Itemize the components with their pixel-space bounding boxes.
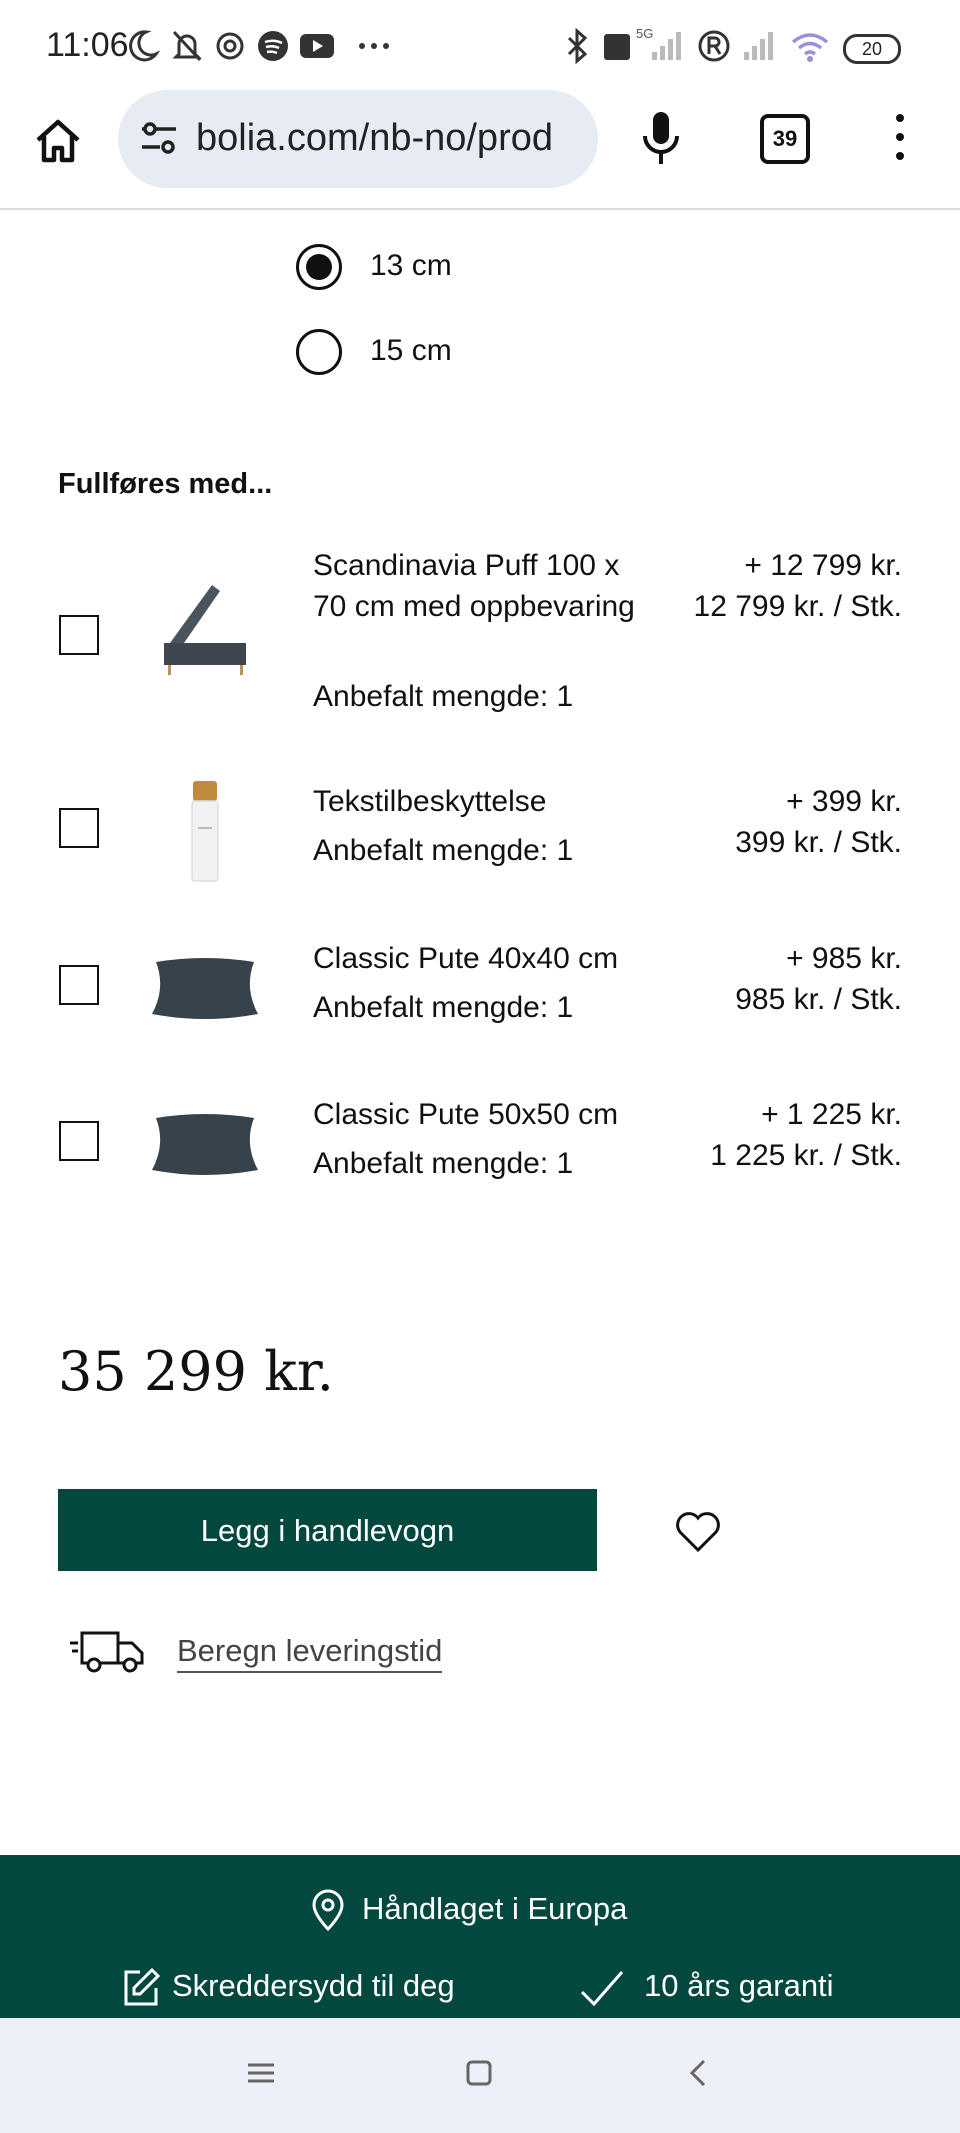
microphone-icon[interactable] [640, 110, 682, 166]
edit-icon [124, 1967, 160, 2006]
volte-icon [604, 34, 630, 60]
recommended-quantity: Anbefalt mengde: 1 [313, 1147, 574, 1180]
heart-icon[interactable] [672, 1504, 724, 1556]
site-settings-icon[interactable] [138, 118, 180, 160]
price-add: + 985 kr. [786, 942, 902, 975]
wifi-icon [791, 33, 829, 62]
price-per-unit: 12 799 kr. / Stk. [693, 590, 902, 623]
section-title: Fullføres med... [58, 468, 273, 500]
storage-ottoman-image [164, 585, 246, 675]
signal-2-icon [744, 32, 773, 60]
youtube-icon [300, 34, 334, 58]
moon-icon [129, 30, 160, 62]
recommended-quantity: Anbefalt mengde: 1 [313, 834, 574, 867]
tab-switcher-button[interactable]: 39 [760, 114, 810, 164]
add-product-checkbox[interactable] [59, 965, 99, 1005]
price-per-unit: 1 225 kr. / Stk. [710, 1139, 902, 1172]
browser-menu-icon[interactable] [890, 114, 910, 166]
signal-icon [652, 32, 681, 60]
home-nav-icon[interactable] [464, 2058, 494, 2088]
price-per-unit: 399 kr. / Stk. [735, 826, 902, 859]
size-option-label: 15 cm [370, 334, 452, 367]
registered-icon [698, 30, 730, 62]
url-text[interactable]: bolia.com/nb-no/prod [196, 117, 591, 160]
back-icon[interactable] [684, 2058, 714, 2088]
price-add: + 12 799 kr. [744, 549, 902, 582]
usp-label: Håndlaget i Europa [362, 1891, 628, 1926]
product-price: + 12 799 kr. 12 799 kr. / Stk. [694, 545, 902, 627]
home-icon[interactable] [30, 114, 86, 170]
add-to-cart-button[interactable]: Legg i handlevogn [58, 1489, 597, 1571]
add-product-checkbox[interactable] [59, 808, 99, 848]
cushion-image [152, 1114, 258, 1175]
spotify-icon [258, 31, 288, 61]
calculate-delivery-link[interactable]: Beregn leveringstid [177, 1633, 443, 1673]
recommended-quantity: Anbefalt mengde: 1 [313, 991, 574, 1024]
threads-icon [216, 32, 244, 60]
checkmark-icon [580, 1971, 624, 2007]
browser-toolbar: bolia.com/nb-no/prod 39 [0, 90, 960, 210]
price-per-unit: 985 kr. / Stk. [735, 983, 902, 1016]
more-notifications-icon [359, 43, 389, 49]
radio-button-selected[interactable] [296, 244, 342, 290]
product-name: Classic Pute 40x40 cm [313, 942, 619, 975]
status-time: 11:06 [46, 26, 129, 64]
spray-bottle-image [191, 781, 219, 882]
recommended-quantity: Anbefalt mengde: 1 [313, 680, 574, 713]
product-price: + 1 225 kr. 1 225 kr. / Stk. [710, 1094, 902, 1176]
product-name: Tekstilbeskyttelse [313, 785, 547, 818]
radio-button[interactable] [296, 329, 342, 375]
product-price: + 985 kr. 985 kr. / Stk. [735, 938, 902, 1020]
product-name: Classic Pute 50x50 cm [313, 1098, 619, 1131]
delivery-truck-icon [70, 1631, 144, 1673]
add-product-checkbox[interactable] [59, 1121, 99, 1161]
usp-banner: Håndlaget i Europa Skreddersydd til deg … [0, 1855, 960, 2018]
total-price: 35 299 kr. [58, 1340, 334, 1403]
price-add: + 399 kr. [786, 785, 902, 818]
bluetooth-icon [567, 28, 588, 64]
battery-indicator: 20 [843, 34, 901, 64]
size-option-label: 13 cm [370, 249, 452, 282]
recent-apps-icon[interactable] [246, 2058, 276, 2088]
product-name: Scandinavia Puff 100 x 70 cm med oppbeva… [313, 549, 635, 623]
usp-label: 10 års garanti [644, 1968, 834, 2003]
usp-label: Skreddersydd til deg [172, 1968, 455, 2003]
status-bar: 11:06 5G 20 [0, 0, 960, 90]
url-bar[interactable]: bolia.com/nb-no/prod [118, 90, 598, 188]
location-pin-icon [312, 1889, 344, 1931]
mute-icon [172, 30, 202, 62]
system-navigation-bar [0, 2018, 960, 2133]
price-add: + 1 225 kr. [761, 1098, 902, 1131]
cushion-image [152, 958, 258, 1019]
product-price: + 399 kr. 399 kr. / Stk. [735, 781, 902, 863]
add-product-checkbox[interactable] [59, 615, 99, 655]
